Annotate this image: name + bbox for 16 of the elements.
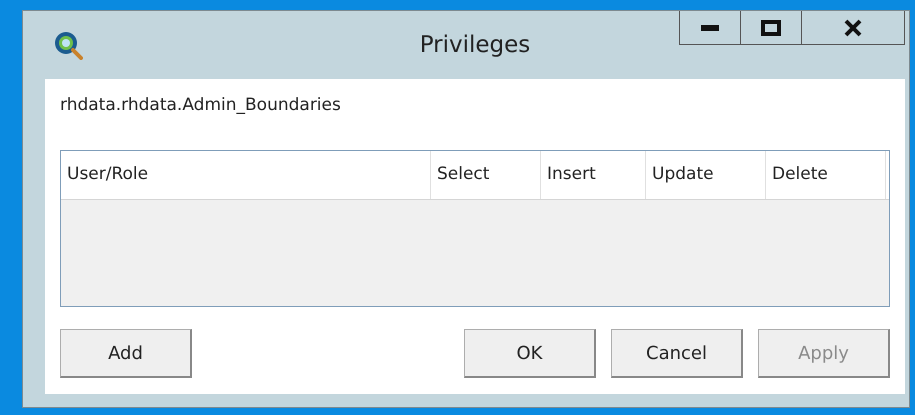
dialog-button[interactable]: OK <box>464 329 596 378</box>
window-title: Privileges <box>420 32 530 58</box>
close-icon <box>844 18 862 36</box>
minimize-button[interactable] <box>679 11 741 45</box>
column-header[interactable]: Update <box>646 151 766 199</box>
maximize-icon <box>761 20 781 36</box>
minimize-icon <box>701 24 719 30</box>
column-header[interactable]: Select <box>431 151 541 199</box>
column-header[interactable]: Insert <box>541 151 646 199</box>
object-name-label: rhdata.rhdata.Admin_Boundaries <box>60 95 342 117</box>
dialog-button[interactable]: Add <box>60 329 192 378</box>
dialog-button[interactable]: Cancel <box>611 329 743 378</box>
magnifier-globe-icon <box>53 30 83 60</box>
column-header[interactable]: User/Role <box>61 151 431 199</box>
close-button[interactable] <box>801 11 905 45</box>
column-header[interactable]: Delete <box>766 151 886 199</box>
